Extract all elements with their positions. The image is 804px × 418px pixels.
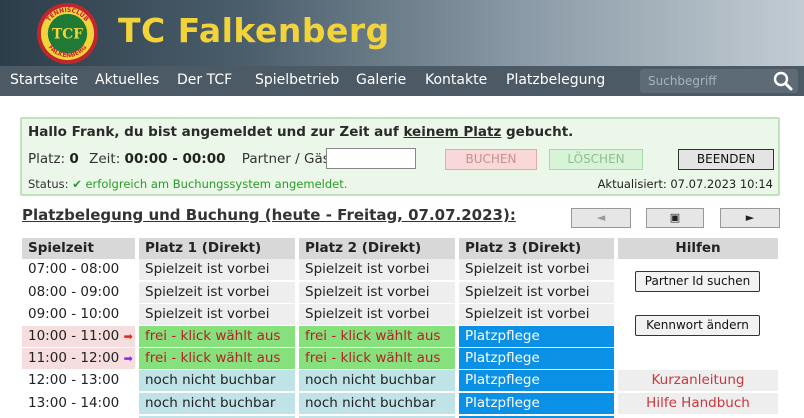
slot-not-bookable: noch nicht buchbar [139,370,295,391]
section-title: Platzbelegung und Buchung (heute - Freit… [22,206,516,224]
slot-maintenance: Platzpflege [459,326,614,347]
arrow-right-icon: ➡ [123,352,133,365]
nav-galerie[interactable]: Galerie [356,72,406,88]
greeting: Hallo Frank, du bist angemeldet und zur … [28,124,573,140]
next-day-button[interactable]: ► [720,208,780,228]
short-guide-link[interactable]: Kurzanleitung [618,370,778,391]
header-platz-2: Platz 2 (Direkt) [299,238,455,259]
site-header: TENNISCLUB FALKENBERG TCF TC Falkenberg [0,0,804,66]
slot-maintenance: Platzpflege [459,348,614,369]
arrow-right-icon: ➡ [123,330,133,343]
booking-row: Platz: 0 Zeit: 00:00 - 00:00 Partner / G… [28,151,348,167]
current-court-link[interactable]: keinem Platz [403,124,501,140]
slot-past: Spielzeit ist vorbei [459,259,614,280]
slot-not-bookable: noch nicht buchbar [299,393,455,414]
status-line: Status: ✔ erfolgreich am Buchungssystem … [28,177,347,191]
header-spielzeit: Spielzeit [22,238,135,259]
prev-day-button[interactable]: ◄ [571,208,631,228]
time-cell: 09:00 - 10:00 [28,306,120,322]
slot-past: Spielzeit ist vorbei [139,259,295,280]
change-password-button[interactable]: Kennwort ändern [635,315,760,336]
status-message: ✔ erfolgreich am Buchungssystem angemeld… [72,177,348,191]
slot-past: Spielzeit ist vorbei [299,304,455,325]
main-nav: Startseite Aktuelles Der TCF Spielbetrie… [0,66,804,96]
nav-startseite[interactable]: Startseite [10,72,78,88]
search-icon[interactable] [772,70,794,92]
nav-spielbetrieb[interactable]: Spielbetrieb [255,72,339,88]
slot-free[interactable]: frei - klick wählt aus [299,326,455,347]
slot-free[interactable]: frei - klick wählt aus [139,348,295,369]
slot-past: Spielzeit ist vorbei [139,282,295,303]
time-cell-next: 11:00 - 12:00 ➡ [22,348,135,369]
greeting-suffix: gebucht. [501,124,574,140]
header-platz-3: Platz 3 (Direkt) [459,238,614,259]
slot-past: Spielzeit ist vorbei [139,304,295,325]
beenden-button[interactable]: BEENDEN [678,149,774,170]
time-cell-current: 10:00 - 11:00 ➡ [22,326,135,347]
search-input[interactable] [642,71,768,91]
time-value: 11:00 - 12:00 [28,350,120,366]
time-value: 10:00 - 11:00 [28,328,120,344]
search-box [640,69,798,93]
slot-past: Spielzeit ist vorbei [299,282,455,303]
time-cell: 07:00 - 08:00 [28,261,120,277]
status-label: Status: [28,177,69,191]
slot-past: Spielzeit ist vorbei [459,304,614,325]
nav-der-tcf[interactable]: Der TCF [177,72,232,88]
site-title: TC Falkenberg [118,11,390,50]
time-cell: 13:00 - 14:00 [28,395,120,411]
platz-label: Platz: [28,151,66,167]
slot-past: Spielzeit ist vorbei [299,259,455,280]
slot-not-bookable: noch nicht buchbar [299,370,455,391]
zeit-label: Zeit: [89,151,121,167]
slot-maintenance: Platzpflege [459,370,614,391]
partner-field[interactable] [326,148,416,169]
slot-past: Spielzeit ist vorbei [459,282,614,303]
zeit-value: 00:00 - 00:00 [124,151,226,167]
slot-not-bookable: noch nicht buchbar [139,393,295,414]
slot-free[interactable]: frei - klick wählt aus [139,326,295,347]
slot-free[interactable]: frei - klick wählt aus [299,348,455,369]
nav-platzbelegung[interactable]: Platzbelegung [506,72,605,88]
today-button[interactable]: ▣ [646,208,704,228]
slot-maintenance: Platzpflege [459,393,614,414]
platz-value: 0 [69,151,79,167]
last-updated: Aktualisiert: 07.07.2023 10:14 [597,177,773,191]
header-platz-1: Platz 1 (Direkt) [139,238,295,259]
time-cell: 12:00 - 13:00 [28,372,120,388]
manual-link[interactable]: Hilfe Handbuch [618,393,778,414]
buchen-button[interactable]: BUCHEN [445,149,537,170]
loeschen-button[interactable]: LÖSCHEN [549,149,643,170]
club-logo[interactable]: TENNISCLUB FALKENBERG TCF [36,2,99,65]
booking-status-panel: Hallo Frank, du bist angemeldet und zur … [20,117,780,196]
nav-aktuelles[interactable]: Aktuelles [95,72,159,88]
logo-text-mid: TCF [52,26,83,42]
partner-id-search-button[interactable]: Partner Id suchen [635,271,760,292]
header-hilfen: Hilfen [618,238,778,259]
greeting-prefix: Hallo Frank, du bist angemeldet und zur … [28,124,404,140]
nav-kontakte[interactable]: Kontakte [425,72,487,88]
time-cell: 08:00 - 09:00 [28,284,120,300]
